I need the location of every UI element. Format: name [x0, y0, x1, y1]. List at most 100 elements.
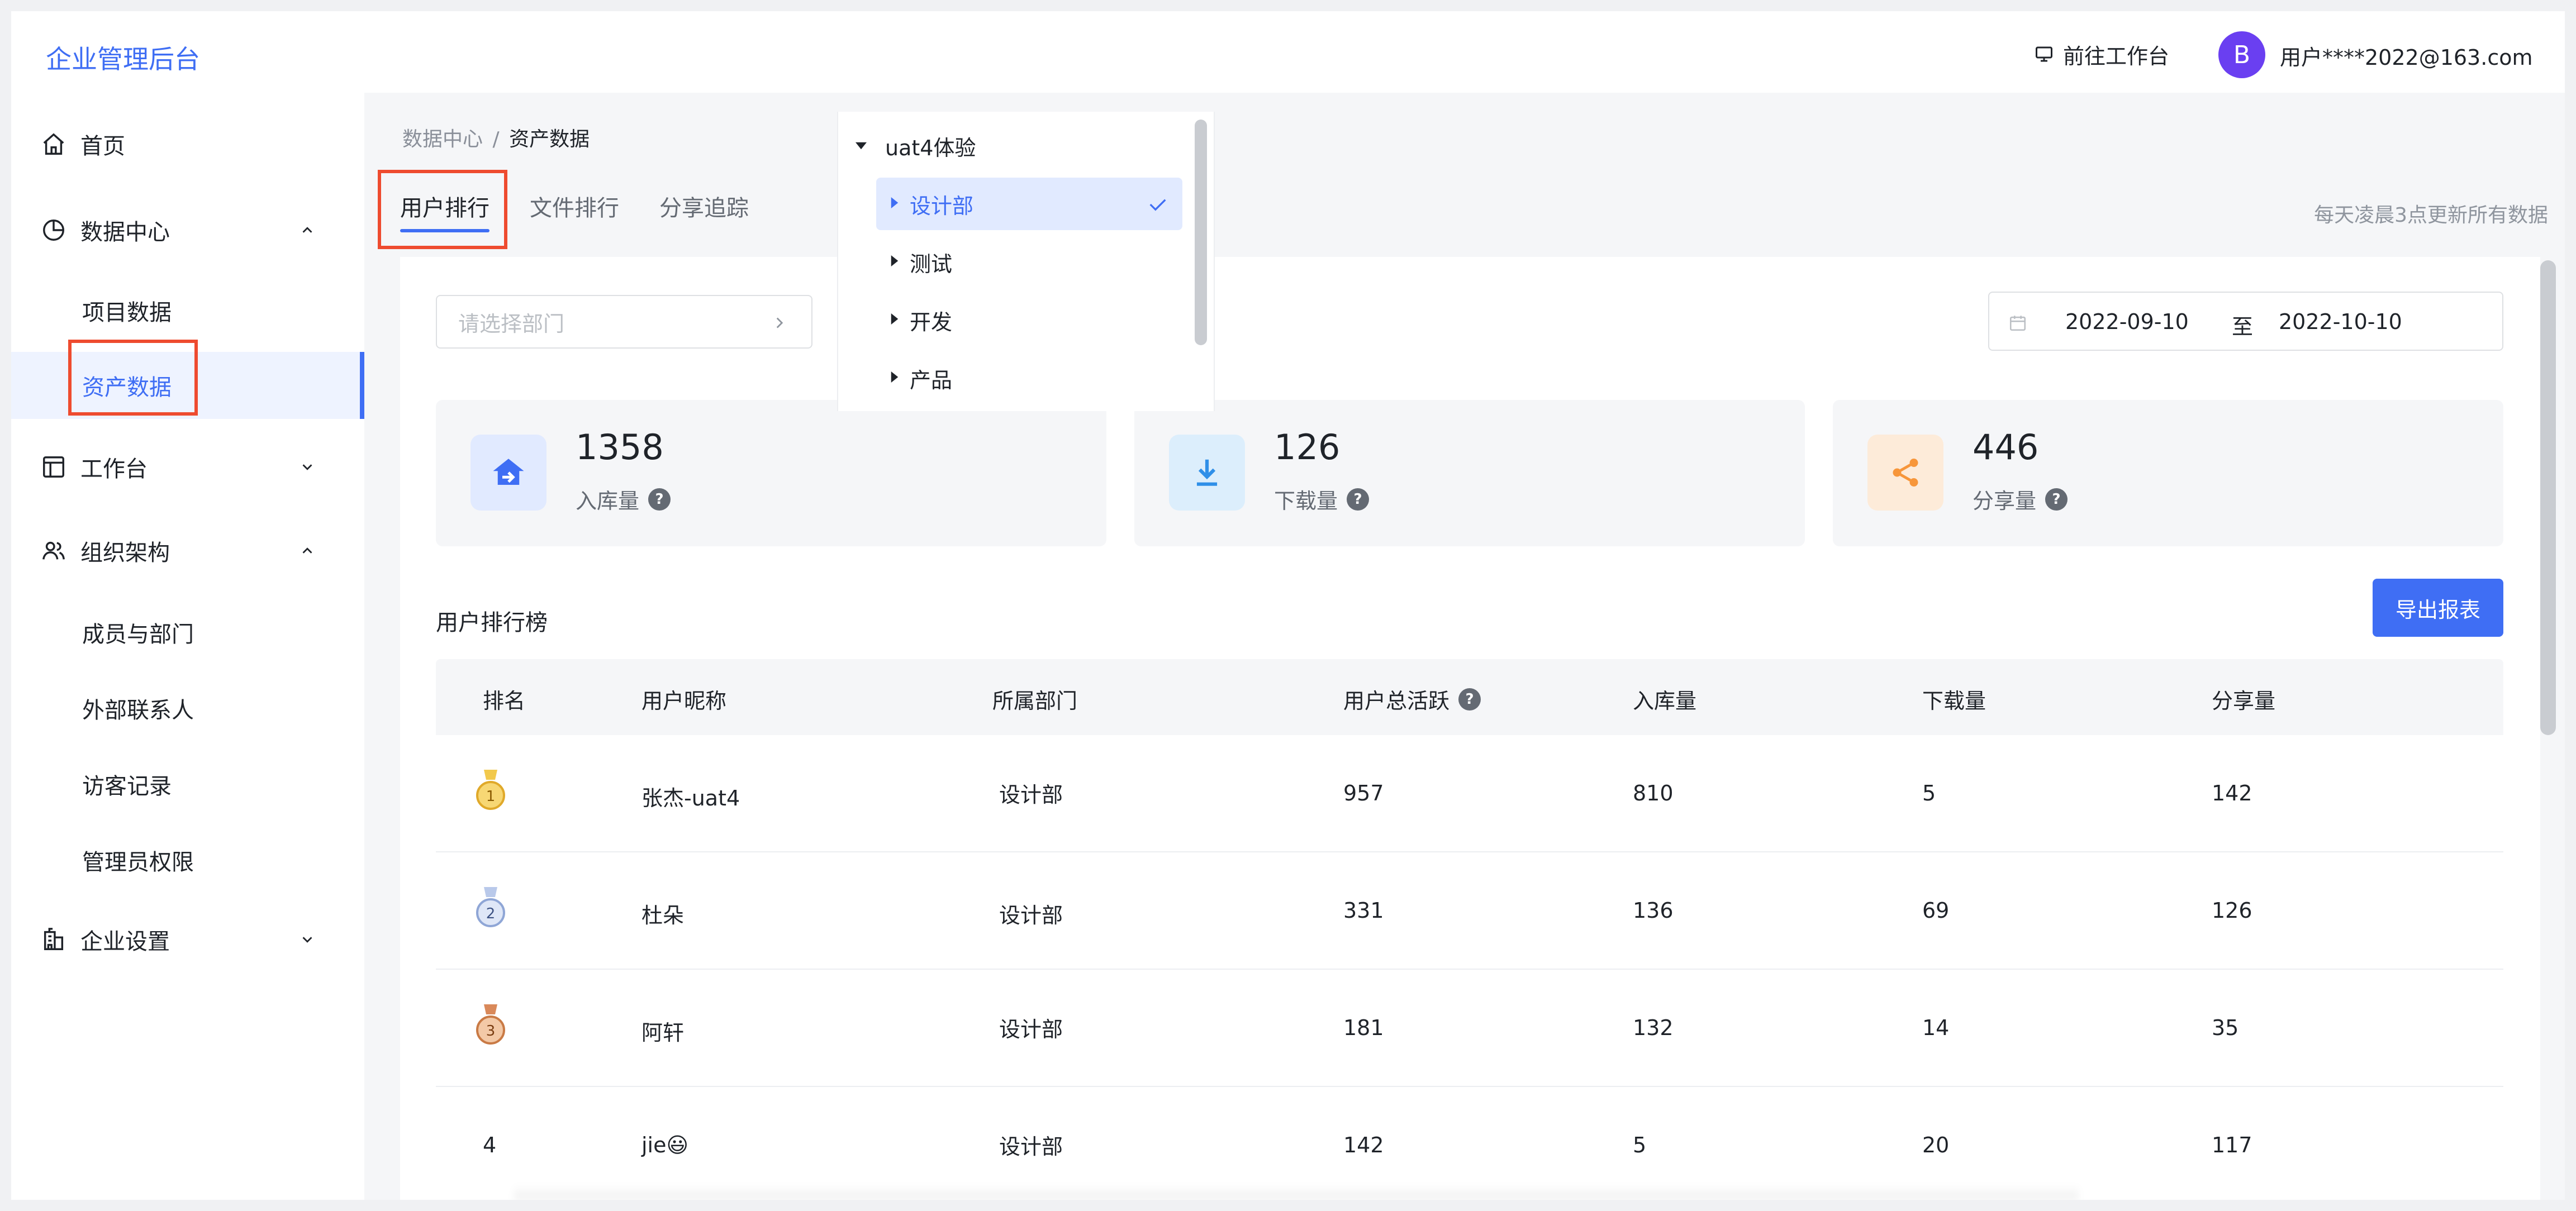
ranking-table: 排名 用户昵称 所属部门 用户总活跃 ? 入库量 下载量 分享量 1 张杰-ua…: [436, 659, 2503, 1200]
sidebar-item-organization[interactable]: 组织架构: [11, 517, 364, 584]
table-row[interactable]: 1 张杰-uat4 设计部 957 810 5 142: [436, 735, 2503, 852]
department-tree-dropdown: uat4体验 设计部 测试 开发 产品: [837, 112, 1215, 411]
bottom-shadow: [514, 1184, 2079, 1200]
page-scrollbar[interactable]: [2540, 260, 2556, 735]
date-separator: 至: [2232, 314, 2254, 339]
home-icon: [40, 131, 67, 158]
calendar-icon: [2008, 313, 2027, 337]
tree-node-design[interactable]: 设计部: [876, 178, 1182, 230]
download-count: 5: [1922, 781, 1936, 805]
users-icon: [40, 537, 67, 564]
sidebar-item-workbench[interactable]: 工作台: [11, 433, 364, 500]
tree-node-development[interactable]: 开发: [876, 294, 1182, 346]
sidebar-item-visitor-records[interactable]: 访客记录: [11, 751, 364, 818]
total-activity: 181: [1343, 1015, 1384, 1040]
tree-node-label: 开发: [910, 309, 953, 335]
column-header: 所属部门: [992, 689, 1078, 713]
sidebar-item-external-contacts[interactable]: 外部联系人: [11, 675, 364, 742]
tree-node-product[interactable]: 产品: [876, 352, 1182, 404]
stat-value: 1358: [576, 427, 664, 468]
user-nickname[interactable]: 杜朵: [641, 898, 684, 929]
workbench-link-label: 前往工作台: [2063, 44, 2170, 69]
avatar[interactable]: B: [2218, 31, 2265, 78]
tab-file-ranking[interactable]: 文件排行: [530, 190, 619, 226]
total-activity: 957: [1343, 781, 1384, 805]
sidebar-item-label: 工作台: [80, 456, 148, 482]
gold-medal-icon: 1: [476, 770, 505, 810]
sidebar: 首页 数据中心 项目数据 资产数据 工作台 组织架构 成员与部门 外部联系人 访…: [11, 93, 364, 1200]
check-icon: [1149, 199, 1166, 211]
user-nickname[interactable]: 阿轩: [641, 1015, 684, 1046]
caret-right-icon: [891, 255, 899, 266]
user-nickname[interactable]: 张杰-uat4: [641, 781, 740, 812]
sidebar-item-asset-data[interactable]: 资产数据: [11, 352, 364, 419]
app-title[interactable]: 企业管理后台: [46, 39, 200, 76]
department-select[interactable]: 请选择部门: [436, 295, 812, 349]
sidebar-item-enterprise-settings[interactable]: 企业设置: [11, 906, 364, 973]
date-end[interactable]: 2022-10-10: [2279, 309, 2402, 334]
share-count: 117: [2212, 1133, 2252, 1157]
stat-label: 入库量 ?: [576, 484, 671, 514]
pie-chart-icon: [40, 217, 67, 244]
sidebar-item-home[interactable]: 首页: [11, 111, 364, 178]
layout-icon: [40, 454, 67, 480]
caret-right-icon: [891, 371, 899, 383]
download-count: 20: [1922, 1133, 1950, 1157]
tab-user-ranking[interactable]: 用户排行: [400, 190, 489, 232]
chevron-up-icon: [297, 220, 317, 240]
sidebar-item-label: 数据中心: [80, 220, 170, 245]
table-row[interactable]: 2 杜朵 设计部 331 136 69 126: [436, 852, 2503, 970]
total-activity: 331: [1343, 898, 1384, 923]
breadcrumb-parent[interactable]: 数据中心: [402, 128, 483, 151]
help-icon[interactable]: ?: [1458, 688, 1481, 711]
table-row[interactable]: 3 阿轩 设计部 181 132 14 35: [436, 970, 2503, 1087]
share-count: 126: [2212, 898, 2252, 923]
total-activity: 142: [1343, 1133, 1384, 1157]
sidebar-item-project-data[interactable]: 项目数据: [11, 277, 364, 344]
stat-label-text: 下载量: [1274, 489, 1338, 513]
user-department: 设计部: [999, 903, 1063, 928]
sidebar-item-label: 资产数据: [82, 375, 172, 401]
rank-number: 2: [486, 905, 496, 922]
stat-label: 分享量 ?: [1973, 484, 2068, 514]
monitor-icon: [2036, 46, 2052, 62]
help-icon[interactable]: ?: [648, 488, 671, 511]
caret-right-icon: [891, 197, 899, 208]
tree-node-testing[interactable]: 测试: [876, 236, 1182, 288]
sidebar-item-admin-permissions[interactable]: 管理员权限: [11, 827, 364, 894]
upload-home-icon: [470, 435, 546, 511]
breadcrumb: 数据中心 / 资产数据: [402, 123, 590, 152]
sidebar-item-label: 组织架构: [80, 540, 170, 566]
silver-medal-icon: 2: [476, 887, 505, 927]
sidebar-item-data-center[interactable]: 数据中心: [11, 197, 364, 264]
tab-share-tracking[interactable]: 分享追踪: [659, 190, 749, 226]
user-nickname[interactable]: jie😃: [641, 1133, 688, 1157]
date-range-picker[interactable]: 2022-09-10 至 2022-10-10: [1988, 292, 2503, 351]
help-icon[interactable]: ?: [1347, 488, 1370, 511]
tab-bar: 用户排行 文件排行 分享追踪: [400, 190, 789, 232]
building-icon: [40, 926, 67, 953]
sidebar-item-label: 外部联系人: [82, 698, 194, 723]
breadcrumb-current: 资产数据: [509, 128, 590, 151]
tree-node-root[interactable]: uat4体验: [853, 120, 1188, 172]
sidebar-item-members[interactable]: 成员与部门: [11, 599, 364, 666]
column-header: 排名: [483, 689, 526, 713]
section-title: 用户排行榜: [436, 610, 548, 636]
user-email[interactable]: 用户****2022@163.com: [2280, 40, 2532, 71]
sidebar-item-label: 首页: [80, 134, 125, 159]
user-department: 设计部: [999, 783, 1063, 807]
table-row[interactable]: 4 jie😃 设计部 142 5 20 117: [436, 1087, 2503, 1200]
help-icon[interactable]: ?: [2045, 488, 2068, 511]
sidebar-item-label: 项目数据: [82, 300, 172, 326]
date-start[interactable]: 2022-09-10: [2065, 309, 2189, 334]
export-report-button[interactable]: 导出报表: [2373, 579, 2503, 637]
tree-scrollbar[interactable]: [1195, 120, 1207, 345]
stat-value: 446: [1973, 427, 2039, 468]
column-header: 用户总活跃 ?: [1343, 684, 1481, 714]
workbench-link[interactable]: 前往工作台: [2034, 40, 2170, 69]
user-department: 设计部: [999, 1134, 1063, 1159]
stat-card-shares: 446 分享量 ?: [1833, 400, 2503, 546]
share-icon: [1867, 435, 1943, 511]
chevron-up-icon: [297, 541, 317, 561]
top-bar: 企业管理后台 前往工作台 B 用户****2022@163.com: [11, 11, 2565, 93]
